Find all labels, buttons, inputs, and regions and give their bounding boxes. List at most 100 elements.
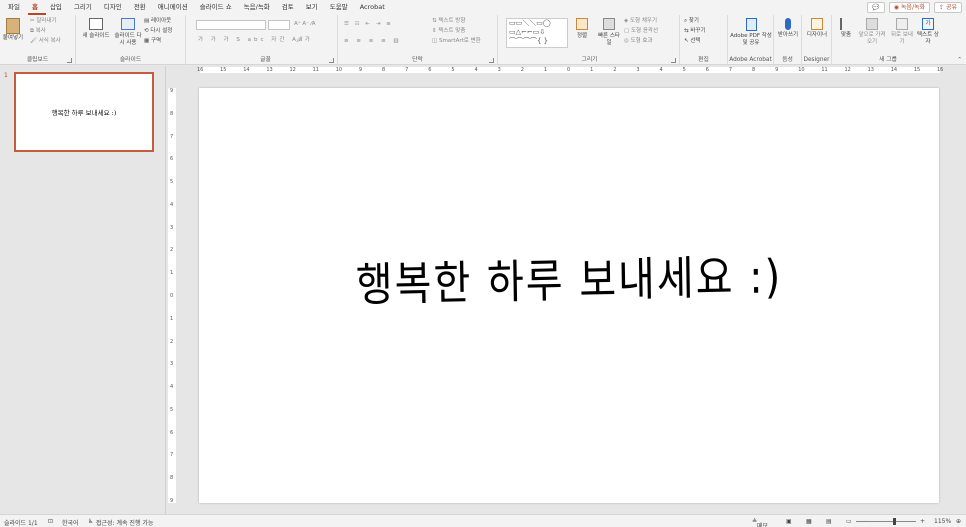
shape-outline-button[interactable]: ▢ 도형 윤곽선 — [624, 28, 658, 35]
reading-view-icon[interactable]: ▤ — [826, 518, 832, 525]
ruler-h-tick: 1 — [590, 67, 594, 73]
ruler-h-tick: 15 — [913, 67, 921, 73]
paragraph-launcher-icon[interactable] — [489, 58, 494, 63]
slide-title-text[interactable]: 행복한 하루 보내세요 :) — [199, 236, 940, 318]
zoom-level[interactable]: 115% — [934, 518, 951, 525]
ruler-h-tick: 13 — [266, 67, 273, 73]
ruler-v-tick: 6 — [170, 156, 174, 163]
bring-forward-button[interactable]: 앞으로 가져오기 — [858, 18, 886, 46]
paste-label: 붙여넣기 — [2, 35, 24, 41]
accessibility-icon: ♿ — [88, 518, 94, 525]
comment-button[interactable]: 💬 — [867, 2, 885, 13]
paragraph-group-label: 단락 — [412, 57, 423, 63]
zoom-slider-handle[interactable] — [893, 518, 896, 525]
tab-6[interactable]: 애니메이션 — [154, 0, 196, 15]
section-button[interactable]: ▦ 구역 — [144, 38, 161, 45]
tab-1[interactable]: 홈 — [27, 0, 46, 15]
font-style-buttons[interactable]: 가 가 가 S abc 자간 Aa — [198, 37, 305, 44]
reset-label: 다시 설정 — [150, 28, 173, 34]
ruler-h-tick: 12 — [844, 67, 851, 73]
tab-12[interactable]: Acrobat — [356, 0, 393, 15]
font-color-button[interactable]: 🖍 가 — [296, 37, 310, 44]
tab-5[interactable]: 전환 — [130, 0, 154, 15]
reset-button[interactable]: ⟲ 다시 설정 — [144, 28, 172, 35]
select-button[interactable]: ↖ 선택 — [684, 38, 700, 45]
text-direction-button[interactable]: ⇅ 텍스트 방향 — [432, 18, 465, 25]
arrange-button[interactable]: 정렬 — [576, 18, 588, 40]
ruler-h-tick: 6 — [428, 67, 432, 73]
clipboard-launcher-icon[interactable] — [67, 58, 72, 63]
align-icon — [840, 18, 852, 30]
quick-styles-button[interactable]: 빠른 스타일 — [598, 18, 620, 47]
tab-7[interactable]: 슬라이드 쇼 — [196, 0, 240, 15]
copy-button[interactable]: ⧉ 복사 — [30, 28, 46, 35]
tab-10[interactable]: 보기 — [302, 0, 326, 15]
tab-4[interactable]: 디자인 — [100, 0, 130, 15]
tab-3[interactable]: 그리기 — [70, 0, 100, 15]
ruler-h-tick: 3 — [636, 67, 640, 73]
shape-effects-button[interactable]: ◎ 도형 효과 — [624, 38, 653, 45]
reuse-slide-button[interactable]: 슬라이드 다시 사용 — [114, 18, 142, 47]
shape-outline-label: 도형 윤곽선 — [630, 28, 659, 34]
acrobat-group-label: Adobe Acrobat — [729, 57, 772, 63]
ruler-h-tick: 6 — [705, 67, 709, 73]
ruler-h-tick: 3 — [497, 67, 501, 73]
replace-button[interactable]: ⇆ 바꾸기 — [684, 28, 706, 35]
slide-thumbnail[interactable]: 행복한 하루 보내세요 :) — [14, 72, 154, 152]
new-slide-button[interactable]: 새 슬라이드 — [79, 18, 113, 40]
align-text-button[interactable]: ⇕ 텍스트 맞춤 — [432, 28, 465, 35]
accessibility-status[interactable]: 접근성: 계속 진행 가능 — [96, 518, 153, 527]
align-objects-button[interactable]: 맞춤 — [836, 18, 856, 39]
list-buttons[interactable]: ☰ ☷ ⇤ ⇥ ≡ — [344, 21, 393, 28]
tab-8[interactable]: 녹음/녹화 — [240, 0, 278, 15]
format-painter-button[interactable]: 🖌 서식 복사 — [30, 38, 61, 45]
align-buttons[interactable]: ≡ ≡ ≡ ≡ ▥ — [344, 38, 402, 45]
align-text-label: 텍스트 맞춤 — [438, 28, 466, 34]
find-button[interactable]: ⌕ 찾기 — [684, 18, 699, 25]
collapse-ribbon-icon[interactable]: ⌃ — [957, 57, 962, 64]
slideshow-icon[interactable]: ▭ — [846, 518, 852, 525]
drawing-launcher-icon[interactable] — [671, 58, 676, 63]
language-indicator[interactable]: 한국어 — [62, 518, 79, 527]
share-button[interactable]: ⇪ 공유 — [934, 2, 962, 13]
smartart-button[interactable]: ◫ SmartArt로 변환 — [432, 38, 481, 45]
font-group-label: 글꼴 — [260, 57, 271, 63]
normal-view-icon[interactable]: ▣ — [786, 518, 792, 525]
tab-11[interactable]: 도움말 — [326, 0, 356, 15]
fit-to-window-icon[interactable]: ⊕ — [956, 518, 961, 525]
ruler-h-tick: 4 — [474, 67, 478, 73]
tab-2[interactable]: 삽입 — [46, 0, 70, 15]
ruler-v-tick: 9 — [170, 498, 174, 504]
cut-button[interactable]: ✂ 잘라내기 — [30, 18, 57, 25]
shapes-gallery[interactable]: ▭▭＼＼▭◯ ▭△⌐⌐▭⇩ ⌒⌒⌒⌒{ } — [506, 18, 568, 48]
font-size-buttons[interactable]: A⁺ A⁻ ⁄A — [294, 21, 316, 28]
font-size-dropdown[interactable] — [268, 20, 290, 30]
tab-0[interactable]: 파일 — [4, 0, 28, 15]
design-ideas-button[interactable]: 디자이너 — [805, 18, 829, 39]
record-button[interactable]: ◉ 녹음/녹화 — [888, 2, 931, 13]
send-backward-icon — [896, 18, 908, 30]
layout-button[interactable]: ▤ 레이아웃 — [144, 18, 171, 25]
shape-fill-button[interactable]: ◈ 도형 채우기 — [624, 18, 657, 25]
slides-group: 새 슬라이드 슬라이드 다시 사용 ▤ 레이아웃 ⟲ 다시 설정 ▦ 구역 슬라… — [76, 15, 186, 65]
ruler-h-tick: 8 — [752, 67, 756, 73]
share-label: 공유 — [945, 4, 957, 11]
notes-button[interactable]: ≙ 메모 — [752, 518, 768, 527]
slide-sorter-icon[interactable]: ▦ — [806, 518, 812, 525]
send-backward-button[interactable]: 뒤로 보내기 — [890, 18, 914, 46]
zoom-in-icon[interactable]: + — [920, 518, 925, 525]
text-box-button[interactable]: 가 텍스트 상자 — [916, 18, 940, 46]
drawing-group-label: 그리기 — [581, 57, 598, 63]
tab-9[interactable]: 검토 — [278, 0, 302, 15]
create-pdf-label: Adobe PDF 작성 및 공유 — [730, 33, 772, 46]
create-pdf-button[interactable]: Adobe PDF 작성 및 공유 — [730, 18, 772, 47]
horizontal-ruler-scale: 16 15 14 13 12 11 10 9 8 7 6 5 4 3 2 1 0 1 2 3 4 5 6 7 8 9 10 11 12 1… — [197, 67, 943, 73]
spell-check-icon[interactable]: ⊡ — [48, 518, 53, 525]
font-launcher-icon[interactable] — [329, 58, 334, 63]
font-name-dropdown[interactable] — [196, 20, 266, 30]
paste-button[interactable]: 붙여넣기 — [2, 18, 24, 42]
zoom-slider[interactable] — [856, 521, 916, 522]
top-right-actions: 💬 ◉ 녹음/녹화 ⇪ 공유 — [867, 2, 962, 13]
dictate-button[interactable]: 받아쓰기 — [776, 18, 800, 39]
slide-canvas[interactable]: 행복한 하루 보내세요 :) — [199, 88, 939, 503]
